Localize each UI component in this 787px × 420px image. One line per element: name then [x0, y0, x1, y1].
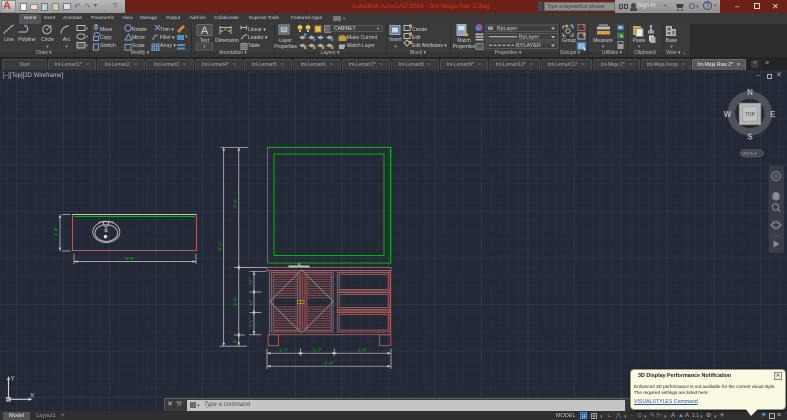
svg-text:TOP: TOP	[745, 112, 756, 118]
svg-text:1'-7": 1'-7"	[279, 348, 289, 353]
svg-text:9'-1": 9'-1"	[218, 241, 223, 251]
svg-text:2'-3": 2'-3"	[358, 348, 368, 353]
svg-text:6": 6"	[233, 338, 238, 343]
svg-text:E: E	[770, 110, 776, 119]
svg-text:W: W	[724, 110, 732, 119]
svg-text:N: N	[747, 88, 753, 97]
svg-text:Y: Y	[11, 376, 16, 383]
svg-text:11": 11"	[248, 277, 253, 284]
svg-text:1'-1": 1'-1"	[248, 318, 253, 328]
svg-text:WCS ▾: WCS ▾	[742, 151, 757, 156]
svg-text:5'-4": 5'-4"	[233, 198, 238, 208]
svg-text:S: S	[747, 133, 753, 142]
svg-text:X: X	[30, 393, 35, 400]
svg-text:3'-9": 3'-9"	[233, 297, 238, 307]
svg-text:1'-7": 1'-7"	[313, 348, 323, 353]
svg-text:1'-8": 1'-8"	[54, 227, 59, 237]
svg-text:5'-8": 5'-8"	[324, 360, 334, 365]
svg-text:11": 11"	[248, 299, 253, 306]
svg-text:5'-8": 5'-8"	[125, 256, 135, 261]
